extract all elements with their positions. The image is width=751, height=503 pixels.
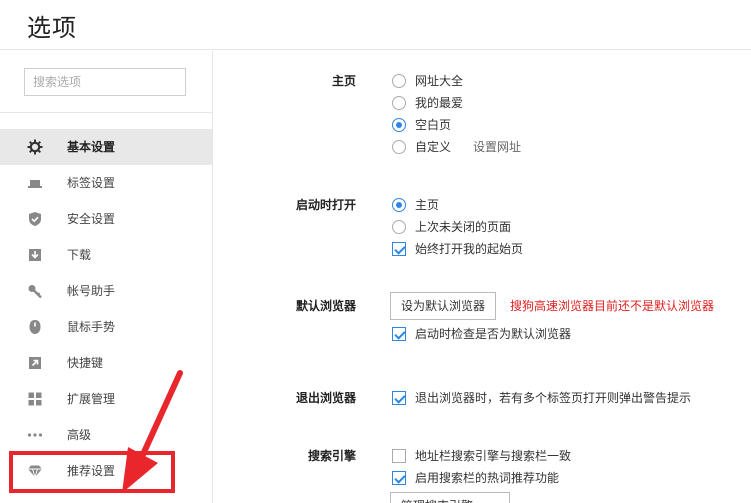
sidebar: 基本设置 标签设置 安全设置 下载 帐号助手: [0, 51, 213, 503]
default-browser-warning: 搜狗高速浏览器目前还不是默认浏览器: [510, 299, 715, 313]
radio-button[interactable]: [392, 220, 406, 234]
page-title: 选项: [27, 15, 77, 42]
sidebar-item-label: 帐号助手: [67, 284, 116, 298]
sidebar-item-label: 基本设置: [67, 140, 116, 154]
checkbox-checked[interactable]: [392, 391, 406, 405]
manage-search-engines-button[interactable]: 管理搜索引擎: [390, 492, 510, 503]
homepage-label: 主页: [331, 74, 356, 88]
mouse-icon: [27, 319, 43, 335]
option-label: 上次未关闭的页面: [415, 220, 512, 234]
sidebar-item-tabs[interactable]: 标签设置: [0, 165, 212, 201]
option-label: 地址栏搜索引擎与搜索栏一致: [415, 449, 572, 463]
gear-icon: [27, 139, 43, 155]
key-icon: [27, 283, 43, 299]
search-input[interactable]: [24, 68, 186, 96]
default-browser-label: 默认浏览器: [295, 299, 356, 313]
homepage-option-custom[interactable]: 自定义 设置网址: [392, 139, 521, 155]
search-hot-words[interactable]: 启用搜索栏的热词推荐功能: [392, 470, 559, 486]
radio-button[interactable]: [392, 140, 406, 154]
more-dots-icon: [27, 427, 43, 443]
shortcut-arrow-icon: [27, 355, 43, 371]
sidebar-item-label: 快捷键: [67, 356, 104, 370]
shield-check-icon: [27, 211, 43, 227]
radio-button[interactable]: [392, 74, 406, 88]
startup-label: 启动时打开: [295, 198, 356, 212]
option-label: 网址大全: [415, 74, 464, 88]
search-engine-label: 搜索引擎: [307, 449, 356, 463]
option-label: 我的最爱: [415, 96, 464, 110]
sidebar-item-label: 高级: [67, 428, 92, 442]
sidebar-item-mouse-gesture[interactable]: 鼠标手势: [0, 309, 212, 345]
homepage-option-favorites[interactable]: 我的最爱: [392, 95, 463, 111]
homepage-option-sites[interactable]: 网址大全: [392, 73, 463, 89]
warn-multi-tab-exit[interactable]: 退出浏览器时，若有多个标签页打开则弹出警告提示: [392, 390, 691, 406]
radio-button-selected[interactable]: [392, 118, 406, 132]
sidebar-item-security[interactable]: 安全设置: [0, 201, 212, 237]
radio-button[interactable]: [392, 96, 406, 110]
sidebar-item-label: 安全设置: [67, 212, 116, 226]
option-label: 退出浏览器时，若有多个标签页打开则弹出警告提示: [415, 391, 692, 405]
checkbox[interactable]: [392, 449, 406, 463]
sidebar-item-label: 标签设置: [67, 176, 116, 190]
sidebar-item-download[interactable]: 下载: [0, 237, 212, 273]
extensions-grid-icon: [27, 391, 43, 407]
annotation-highlight-box: [9, 451, 175, 493]
download-icon: [27, 247, 43, 263]
checkbox-checked[interactable]: [392, 327, 406, 341]
sidebar-item-label: 下载: [67, 248, 92, 262]
checkbox-checked[interactable]: [392, 471, 406, 485]
set-url-link[interactable]: 设置网址: [473, 139, 521, 155]
sidebar-item-basic[interactable]: 基本设置: [0, 129, 212, 165]
option-label: 启用搜索栏的热词推荐功能: [415, 471, 560, 485]
search-area: [0, 51, 212, 113]
settings-main: 主页 网址大全 我的最爱 空白页 自定义 设置网址 启动时打开 主页 上次未关闭…: [214, 51, 751, 503]
check-default-on-start[interactable]: 启动时检查是否为默认浏览器: [392, 326, 571, 342]
always-open-start-page[interactable]: 始终打开我的起始页: [392, 241, 523, 257]
startup-option-homepage[interactable]: 主页: [392, 197, 439, 213]
option-label: 空白页: [415, 118, 452, 132]
option-label: 始终打开我的起始页: [415, 242, 524, 256]
checkbox-checked[interactable]: [392, 242, 406, 256]
startup-option-last-session[interactable]: 上次未关闭的页面: [392, 219, 511, 235]
option-label: 主页: [415, 198, 440, 212]
header: 选项: [0, 0, 751, 50]
sidebar-item-account[interactable]: 帐号助手: [0, 273, 212, 309]
sidebar-item-label: 扩展管理: [67, 392, 116, 406]
radio-button-selected[interactable]: [392, 198, 406, 212]
option-label: 自定义: [415, 140, 452, 154]
homepage-option-blank[interactable]: 空白页: [392, 117, 451, 133]
option-label: 启动时检查是否为默认浏览器: [415, 327, 572, 341]
sync-search-engine[interactable]: 地址栏搜索引擎与搜索栏一致: [392, 448, 571, 464]
set-default-browser-button[interactable]: 设为默认浏览器: [390, 292, 497, 320]
sidebar-item-label: 鼠标手势: [67, 320, 116, 334]
exit-browser-label: 退出浏览器: [295, 391, 356, 405]
tab-icon: [27, 175, 43, 191]
